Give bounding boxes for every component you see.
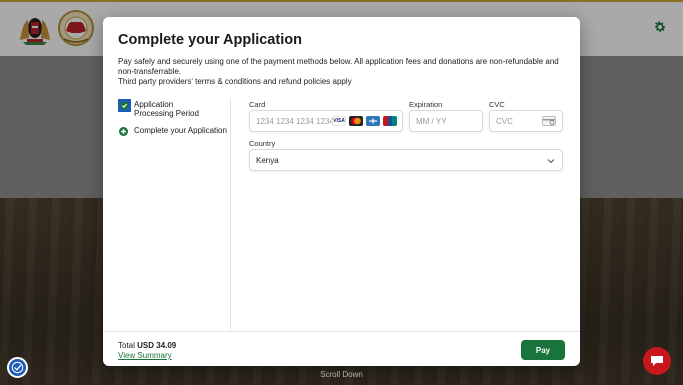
country-label: Country [249, 139, 276, 148]
cvc-label: CVC [489, 100, 505, 109]
step-processing-period[interactable]: Application Processing Period [118, 99, 214, 118]
card-number-input[interactable]: 1234 1234 1234 1234 VISA [249, 110, 403, 132]
country-value: Kenya [256, 155, 279, 165]
expiration-placeholder: MM / YY [416, 116, 447, 126]
country-select[interactable]: Kenya [249, 149, 563, 171]
chat-icon [651, 356, 663, 366]
total-amount: USD 34.09 [137, 341, 177, 350]
step-complete-application[interactable]: Complete your Application [118, 126, 234, 137]
view-summary-link[interactable]: View Summary [118, 351, 172, 360]
terms-notice: Third party providers' terms & condition… [118, 77, 352, 86]
modal-description: Pay safely and securely using one of the… [118, 57, 566, 87]
step-label: Application Processing Period [134, 100, 199, 118]
checkbox-checked-icon [118, 99, 131, 112]
pay-button[interactable]: Pay [521, 340, 565, 360]
mastercard-icon [349, 116, 363, 126]
total-label: Total [118, 341, 138, 350]
unionpay-icon [383, 116, 397, 126]
visa-icon: VISA [332, 116, 346, 126]
payment-modal: Complete your Application Pay safely and… [103, 17, 580, 366]
cvc-card-icon [542, 116, 556, 126]
accessibility-icon [11, 361, 24, 374]
order-total: Total USD 34.09 [118, 341, 176, 350]
accessibility-button[interactable] [7, 357, 28, 378]
chevron-down-icon [547, 159, 555, 164]
plus-circle-icon [118, 126, 129, 137]
modal-footer: Total USD 34.09 View Summary Pay [103, 331, 580, 366]
modal-title: Complete your Application [118, 32, 302, 48]
application-steps: Application Processing Period Complete y… [103, 99, 231, 331]
chat-button[interactable] [643, 347, 671, 375]
card-brand-logos: VISA [332, 116, 397, 126]
cvc-input[interactable]: CVC [489, 110, 563, 132]
modal-header: Complete your Application Pay safely and… [118, 32, 568, 87]
card-number-placeholder: 1234 1234 1234 1234 [256, 116, 334, 126]
expiration-input[interactable]: MM / YY [409, 110, 483, 132]
amex-icon [366, 116, 380, 126]
cvc-placeholder: CVC [496, 116, 513, 126]
expiration-label: Expiration [409, 100, 443, 109]
payment-notice: Pay safely and securely using one of the… [118, 57, 559, 76]
step-label: Complete your Application [134, 126, 227, 135]
scroll-down-hint[interactable]: Scroll Down [0, 370, 683, 379]
